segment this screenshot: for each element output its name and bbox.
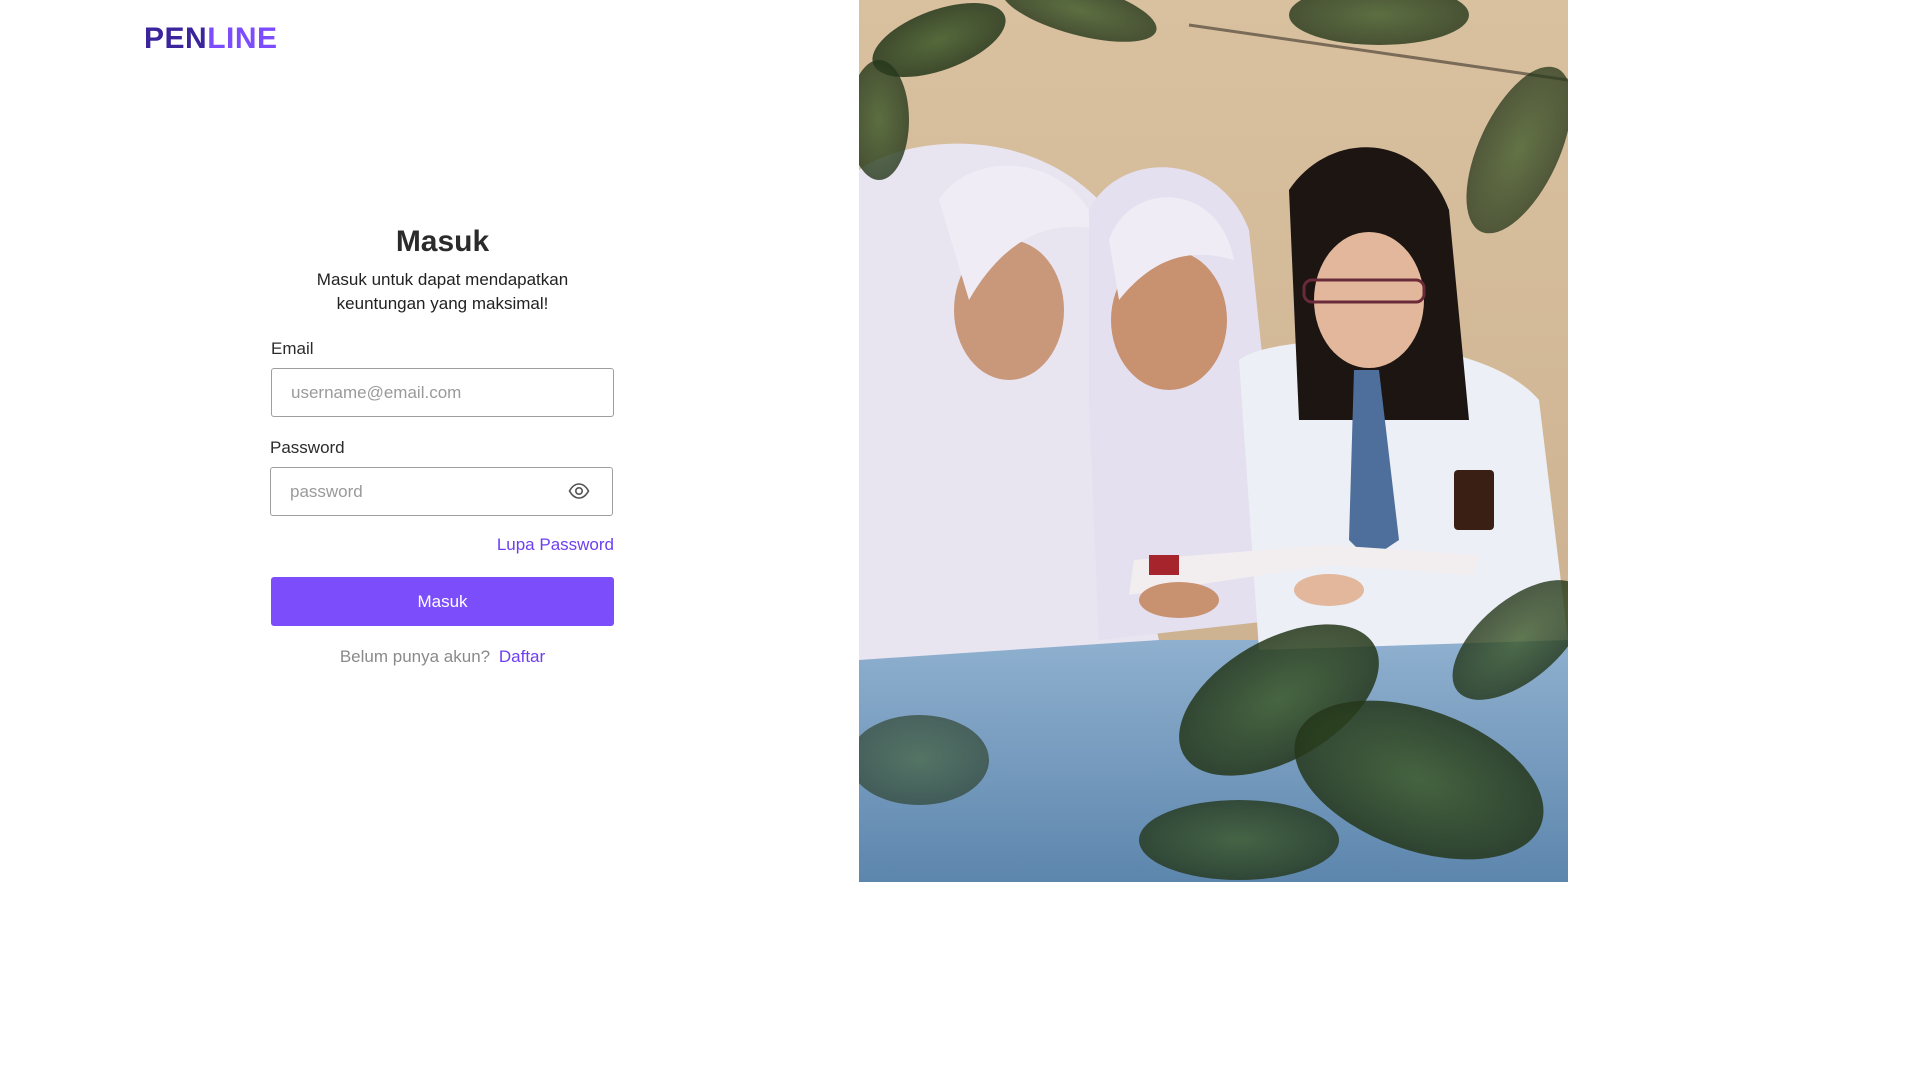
email-label: Email: [271, 339, 314, 358]
signup-row: Belum punya akun? Daftar: [271, 646, 614, 668]
forgot-password-link[interactable]: Lupa Password: [460, 534, 614, 556]
signup-prompt: Belum punya akun?: [339, 647, 491, 666]
password-field[interactable]: [270, 467, 613, 516]
hero-photo-illustration: [859, 0, 1568, 882]
page-title: Masuk: [395, 225, 490, 258]
subtitle-line-1: Masuk untuk dapat mendapatkan: [316, 270, 569, 289]
subtitle-line-2: keuntungan yang maksimal!: [336, 294, 549, 313]
email-field[interactable]: [271, 368, 614, 417]
signup-link[interactable]: Daftar: [499, 647, 545, 666]
hero-photo: [859, 0, 1568, 882]
logo-part-line: LINE: [207, 22, 278, 55]
brand-logo[interactable]: PENLINE: [144, 20, 278, 58]
page-subtitle: Masuk untuk dapat mendapatkan keuntungan…: [271, 268, 614, 316]
login-panel: PENLINE Masuk Masuk untuk dapat mendapat…: [0, 0, 859, 882]
password-label: Password: [270, 438, 345, 457]
eye-icon[interactable]: [568, 482, 590, 500]
login-page: PENLINE Masuk Masuk untuk dapat mendapat…: [0, 0, 1568, 882]
logo-part-pen: PEN: [144, 22, 208, 55]
login-submit-button[interactable]: Masuk: [271, 577, 614, 626]
